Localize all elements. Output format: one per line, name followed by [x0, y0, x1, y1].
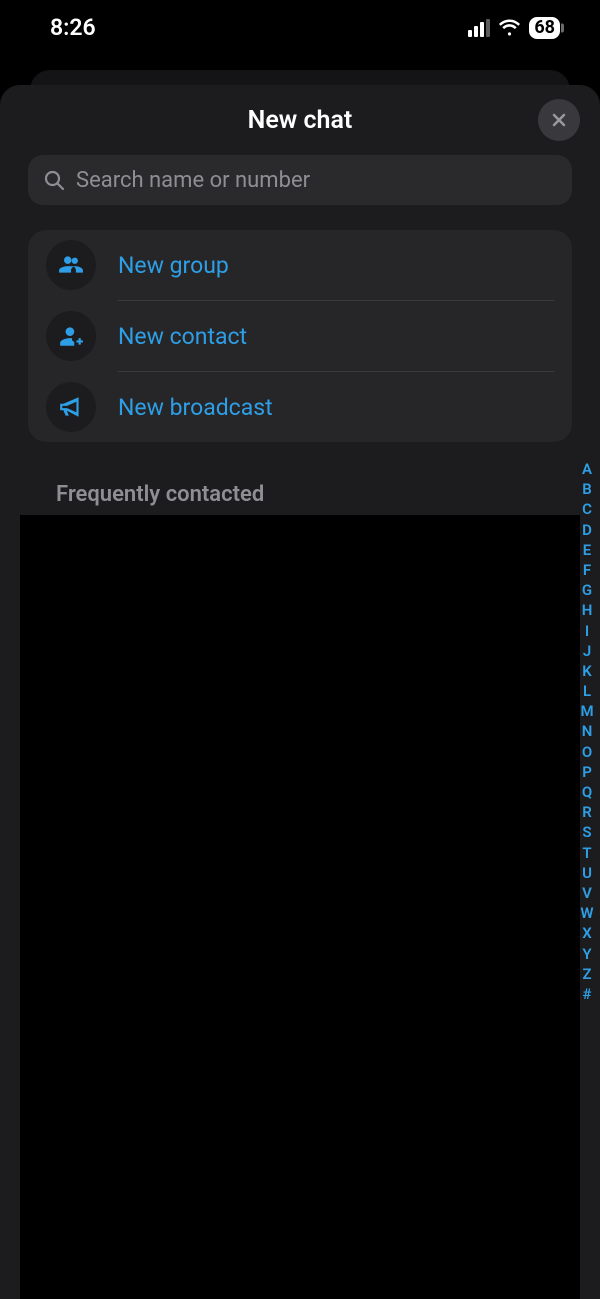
group-icon — [46, 240, 96, 290]
alpha-index-letter[interactable]: G — [578, 581, 596, 600]
status-indicators: 68 — [468, 16, 560, 39]
new-broadcast-label: New broadcast — [118, 394, 273, 421]
new-group-label: New group — [118, 252, 229, 279]
alpha-index-letter[interactable]: C — [578, 500, 596, 519]
alpha-index-letter[interactable]: W — [578, 904, 596, 923]
alpha-index-letter[interactable]: O — [578, 743, 596, 762]
alpha-index-letter[interactable]: H — [578, 601, 596, 620]
alpha-index-letter[interactable]: K — [578, 662, 596, 681]
alpha-index-letter[interactable]: I — [578, 622, 596, 641]
broadcast-icon — [46, 382, 96, 432]
alpha-index-letter[interactable]: M — [578, 702, 596, 721]
alpha-index-letter[interactable]: V — [578, 884, 596, 903]
quick-actions-card: New group New contact New broadcast — [28, 230, 572, 442]
alpha-index-letter[interactable]: Z — [578, 965, 596, 984]
new-contact-row[interactable]: New contact — [28, 301, 572, 371]
alpha-index-letter[interactable]: F — [578, 561, 596, 580]
sheet-title: New chat — [248, 106, 353, 135]
status-time: 8:26 — [50, 14, 96, 41]
alpha-index-letter[interactable]: R — [578, 803, 596, 822]
sheet-header: New chat — [0, 85, 600, 155]
alpha-index-letter[interactable]: Y — [578, 945, 596, 964]
alpha-index-letter[interactable]: Q — [578, 783, 596, 802]
alpha-index-letter[interactable]: A — [578, 460, 596, 479]
battery-indicator: 68 — [529, 17, 560, 39]
new-broadcast-row[interactable]: New broadcast — [28, 372, 572, 442]
new-group-row[interactable]: New group — [28, 230, 572, 300]
alpha-index-letter[interactable]: E — [578, 541, 596, 560]
search-container — [28, 155, 572, 205]
close-icon — [549, 110, 569, 130]
alpha-index[interactable]: ABCDEFGHIJKLMNOPQRSTUVWXYZ# — [578, 460, 596, 1004]
alpha-index-letter[interactable]: U — [578, 864, 596, 883]
alpha-index-letter[interactable]: N — [578, 722, 596, 741]
alpha-index-letter[interactable]: L — [578, 682, 596, 701]
new-contact-label: New contact — [118, 323, 247, 350]
alpha-index-letter[interactable]: B — [578, 480, 596, 499]
wifi-icon — [498, 16, 521, 39]
alpha-index-letter[interactable]: X — [578, 924, 596, 943]
close-button[interactable] — [538, 99, 580, 141]
alpha-index-letter[interactable]: J — [578, 642, 596, 661]
alpha-index-letter[interactable]: P — [578, 763, 596, 782]
alpha-index-letter[interactable]: T — [578, 844, 596, 863]
search-icon — [42, 168, 66, 192]
search-field[interactable] — [28, 155, 572, 205]
alpha-index-letter[interactable]: D — [578, 521, 596, 540]
cellular-icon — [468, 19, 490, 37]
status-bar: 8:26 68 — [0, 0, 600, 55]
frequently-contacted-header: Frequently contacted — [56, 482, 600, 507]
search-input[interactable] — [76, 168, 558, 193]
add-contact-icon — [46, 311, 96, 361]
alpha-index-letter[interactable]: S — [578, 823, 596, 842]
new-chat-sheet: New chat New group New contact — [0, 85, 600, 1299]
alpha-index-letter[interactable]: # — [578, 985, 596, 1004]
contact-list-area[interactable] — [20, 515, 580, 1299]
